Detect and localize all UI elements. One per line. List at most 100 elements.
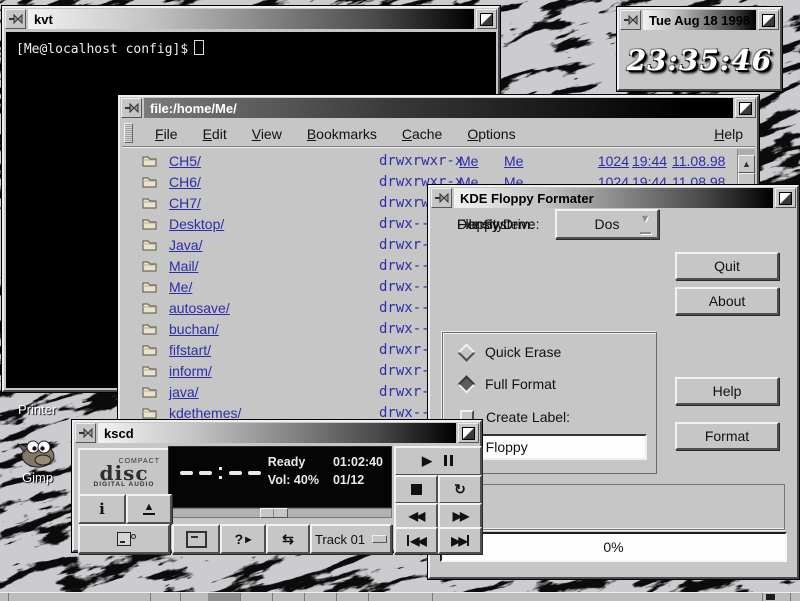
- radio-option[interactable]: Quick Erase: [460, 344, 561, 360]
- maximize-icon: [480, 13, 493, 26]
- menubar-grip[interactable]: [124, 123, 133, 143]
- file-link[interactable]: buchan/: [169, 321, 219, 337]
- scroll-up-arrow-icon[interactable]: ▲: [738, 155, 755, 173]
- field-label: File System:: [457, 216, 555, 232]
- menu-item[interactable]: View: [252, 126, 282, 142]
- radio-option[interactable]: Full Format: [460, 376, 556, 392]
- file-owner[interactable]: Me: [459, 153, 478, 169]
- file-link[interactable]: CH7/: [169, 195, 201, 211]
- sticky-pin-button[interactable]: [75, 423, 96, 443]
- folder-icon: [142, 301, 157, 317]
- folder-icon: [142, 196, 157, 212]
- track-selector[interactable]: Track 01: [310, 524, 392, 554]
- menu-item[interactable]: Bookmarks: [307, 126, 377, 142]
- menu-item[interactable]: File: [155, 126, 178, 142]
- file-link[interactable]: kdethemes/: [169, 405, 241, 421]
- floppy-field-row: File System: Dos ▼: [457, 211, 555, 237]
- file-link[interactable]: autosave/: [169, 300, 230, 316]
- radio-icon[interactable]: [457, 375, 475, 393]
- radio-label: Quick Erase: [485, 344, 561, 360]
- maximize-button[interactable]: [458, 423, 479, 443]
- floppy-titlebar[interactable]: KDE Floppy Formater: [430, 187, 797, 209]
- file-link[interactable]: Java/: [169, 237, 202, 253]
- loop-button[interactable]: ↻: [438, 475, 482, 504]
- skip-bar-icon: [407, 535, 409, 546]
- file-link[interactable]: CH5/: [169, 153, 201, 169]
- lcd-track-time: [177, 467, 264, 479]
- playlist-button[interactable]: ⇆: [266, 524, 310, 554]
- sticky-pin-button[interactable]: [121, 98, 142, 118]
- sticky-pin-button[interactable]: [5, 9, 26, 29]
- menu-item[interactable]: Edit: [203, 126, 227, 142]
- cddb-button[interactable]: [78, 524, 170, 554]
- maximize-button[interactable]: [735, 98, 756, 118]
- cd-logo-disc: disc: [99, 465, 148, 481]
- desktop-icon-printer[interactable]: Printer: [18, 402, 56, 417]
- menu-item[interactable]: Cache: [402, 126, 442, 142]
- file-manager-titlebar[interactable]: file:/home/Me/: [120, 97, 757, 119]
- prev-track-button[interactable]: ◀◀: [394, 527, 438, 554]
- seek-back-button[interactable]: ◀◀: [394, 503, 438, 529]
- stop-button[interactable]: [394, 475, 438, 504]
- cd-player-window: kscd COMPACT disc DIGITAL AUDIO Ready 01…: [72, 420, 482, 552]
- prev-track-icon: ◀◀: [410, 534, 424, 548]
- sticky-pin-button[interactable]: [620, 10, 641, 30]
- file-date[interactable]: 11.08.98: [672, 153, 725, 169]
- file-link[interactable]: Me/: [169, 279, 192, 295]
- help-button[interactable]: Help: [675, 377, 779, 405]
- lcd-display: Ready 01:02:40 Vol: 40% 01/12: [168, 446, 392, 508]
- file-link[interactable]: Mail/: [169, 258, 199, 274]
- folder-icon: [142, 217, 157, 233]
- lcd-total-time: 01:02:40: [333, 455, 383, 469]
- file-link[interactable]: CH6/: [169, 174, 201, 190]
- file-size[interactable]: 1024: [577, 153, 629, 169]
- dropdown-select[interactable]: Dos ▼: [555, 209, 659, 239]
- terminal-titlebar[interactable]: kvt: [4, 8, 498, 30]
- floppy-title: KDE Floppy Formater: [454, 188, 773, 208]
- file-link[interactable]: java/: [169, 384, 199, 400]
- shell-prompt: [Me@localhost config]$: [16, 42, 188, 57]
- cd-player-body: COMPACT disc DIGITAL AUDIO Ready 01:02:4…: [76, 446, 478, 548]
- folder-icon: [142, 238, 157, 254]
- cd-logo-button[interactable]: COMPACT disc DIGITAL AUDIO: [78, 448, 170, 498]
- quit-button[interactable]: Quit: [675, 252, 779, 280]
- radio-icon[interactable]: [457, 343, 475, 361]
- sticky-pin-button[interactable]: [431, 188, 452, 208]
- eject-icon: ▲: [143, 503, 155, 515]
- pin-icon: [79, 428, 93, 438]
- pin-icon: [125, 103, 139, 113]
- eject-button[interactable]: ▲: [126, 494, 172, 524]
- play-pause-button[interactable]: ▶: [394, 446, 482, 476]
- lcd-volume: Vol: 40%: [268, 473, 319, 487]
- file-time[interactable]: 19:44: [632, 153, 667, 169]
- maximize-button[interactable]: [758, 10, 779, 30]
- cd-player-titlebar[interactable]: kscd: [74, 422, 480, 444]
- checkbox-label: Create Label:: [486, 409, 570, 425]
- next-track-icon: ▶▶: [451, 534, 465, 548]
- clock-titlebar[interactable]: Tue Aug 18 1998: [619, 9, 780, 31]
- desktop-icon-gimp[interactable]: Gimp: [22, 470, 53, 485]
- file-permissions: drwxrwxr-x: [379, 153, 463, 169]
- gimp-wilber-icon[interactable]: [16, 436, 58, 470]
- fast-forward-icon: ▶▶: [453, 509, 467, 523]
- next-track-button[interactable]: ▶▶: [438, 527, 482, 554]
- folder-icon: [142, 364, 157, 380]
- file-link[interactable]: Desktop/: [169, 216, 224, 232]
- taskbar-mini-icon[interactable]: [766, 594, 775, 600]
- maximize-button[interactable]: [775, 188, 796, 208]
- menu-item[interactable]: Options: [467, 126, 515, 142]
- volume-slider-handle[interactable]: [260, 508, 288, 518]
- file-link[interactable]: inform/: [169, 363, 212, 379]
- file-group[interactable]: Me: [504, 153, 523, 169]
- format-button[interactable]: Format: [675, 422, 779, 450]
- context-help-button[interactable]: ?▶: [220, 524, 266, 554]
- menu-help[interactable]: Help: [714, 126, 743, 142]
- about-button[interactable]: About: [675, 287, 779, 315]
- maximize-button[interactable]: [476, 9, 497, 29]
- dock-button[interactable]: [172, 524, 220, 554]
- radio-label: Full Format: [485, 376, 556, 392]
- info-button[interactable]: i: [78, 494, 126, 524]
- file-link[interactable]: fifstart/: [169, 342, 211, 358]
- seek-forward-button[interactable]: ▶▶: [438, 503, 482, 529]
- volume-slider[interactable]: [168, 508, 392, 518]
